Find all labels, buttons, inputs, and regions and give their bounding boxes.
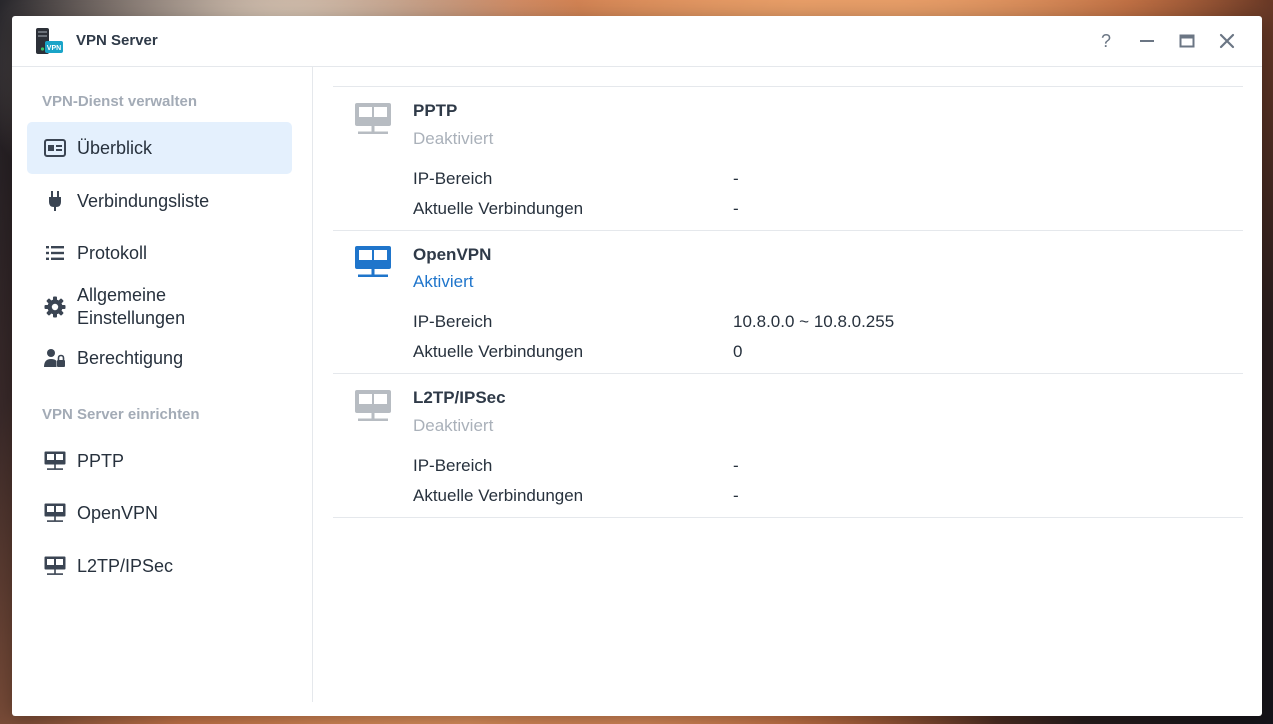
service-status: Deaktiviert <box>413 129 494 148</box>
user-lock-icon <box>44 347 66 369</box>
connections-value: 0 <box>733 342 743 361</box>
connections-label: Aktuelle Verbindungen <box>413 342 584 361</box>
sidebar-item-label: Verbindungsliste <box>77 190 210 211</box>
gear-icon <box>44 296 66 318</box>
sidebar-item-connection-list[interactable]: Verbindungsliste <box>27 175 292 227</box>
minimize-button[interactable] <box>1136 30 1158 52</box>
service-name: PPTP <box>413 101 458 120</box>
network-icon <box>44 555 66 577</box>
service-status: Deaktiviert <box>413 416 494 435</box>
ip-range-label: IP-Bereich <box>413 312 493 331</box>
network-icon <box>44 450 66 472</box>
overview-icon <box>44 137 66 159</box>
sidebar-item-label: Berechtigung <box>77 347 184 368</box>
maximize-icon <box>1179 34 1195 48</box>
close-button[interactable] <box>1216 30 1238 52</box>
sidebar-item-log[interactable]: Protokoll <box>27 227 292 279</box>
help-button[interactable]: ? <box>1095 30 1117 52</box>
connections-label: Aktuelle Verbindungen <box>413 199 584 218</box>
network-enabled-icon <box>355 246 391 277</box>
connections-value: - <box>733 486 739 505</box>
maximize-button[interactable] <box>1176 30 1198 52</box>
sidebar-item-openvpn[interactable]: OpenVPN <box>27 487 292 539</box>
overview-panel: PPTP Deaktiviert IP-Bereich - Aktuelle V… <box>313 67 1262 716</box>
service-name: OpenVPN <box>413 245 492 264</box>
network-disabled-icon <box>355 390 391 421</box>
ip-range-label: IP-Bereich <box>413 456 493 475</box>
section-title-manage: VPN-Dienst verwalten <box>42 93 198 110</box>
minimize-icon <box>1140 40 1154 42</box>
sidebar-item-label: Allgemeine Einstellungen <box>77 285 186 328</box>
service-status-link[interactable]: Aktiviert <box>413 272 473 292</box>
sidebar-item-label: Protokoll <box>77 242 148 263</box>
connections-label: Aktuelle Verbindungen <box>413 486 584 505</box>
sidebar-item-overview[interactable]: Überblick <box>27 122 292 174</box>
divider <box>333 230 1243 231</box>
vpn-server-app-icon: VPN <box>36 28 63 54</box>
ip-range-value: - <box>733 169 739 188</box>
ip-range-label: IP-Bereich <box>413 169 493 188</box>
network-disabled-icon <box>355 103 391 134</box>
section-title-setup: VPN Server einrichten <box>42 406 200 423</box>
list-icon <box>44 242 66 264</box>
vpn-server-window: VPN VPN Server ? VPN-Dienst verwalten Üb… <box>12 16 1262 716</box>
service-name: L2TP/IPSec <box>413 388 506 407</box>
sidebar: VPN-Dienst verwalten Überblick Verbindun… <box>12 67 313 702</box>
sidebar-item-l2tp-ipsec[interactable]: L2TP/IPSec <box>27 540 292 592</box>
network-icon <box>44 502 66 524</box>
sidebar-item-label: PPTP <box>77 450 125 471</box>
sidebar-item-general-settings[interactable]: Allgemeine Einstellungen <box>27 280 292 334</box>
close-icon <box>1219 33 1235 49</box>
ip-range-value: 10.8.0.0 ~ 10.8.0.255 <box>733 312 895 331</box>
sidebar-item-label: L2TP/IPSec <box>77 555 174 576</box>
app-icon-badge: VPN <box>47 45 61 52</box>
sidebar-item-pptp[interactable]: PPTP <box>27 435 292 487</box>
divider <box>333 373 1243 374</box>
title-bar[interactable]: VPN VPN Server ? <box>12 16 1262 67</box>
help-icon: ? <box>1100 30 1111 51</box>
sidebar-item-permissions[interactable]: Berechtigung <box>27 332 292 384</box>
plug-icon <box>44 190 66 212</box>
window-title: VPN Server <box>76 32 158 49</box>
divider <box>333 517 1243 518</box>
sidebar-item-label: Überblick <box>77 137 153 158</box>
connections-value: - <box>733 199 739 218</box>
divider <box>333 86 1243 87</box>
ip-range-value: - <box>733 456 739 475</box>
sidebar-item-label: OpenVPN <box>77 502 159 523</box>
